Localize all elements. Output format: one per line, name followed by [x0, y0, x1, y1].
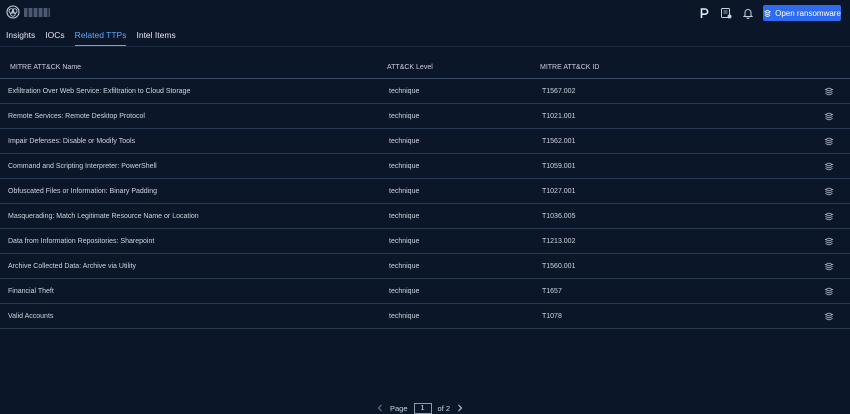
table-row[interactable]: Command and Scripting Interpreter: Power… — [0, 154, 850, 179]
column-header-id[interactable]: MITRE ATT&CK ID — [532, 64, 802, 71]
ttp-id-cell: T1562.001 — [542, 137, 576, 145]
top-bar: Open ransomware — [0, 0, 850, 26]
ttp-id-cell: T1036.005 — [542, 212, 576, 220]
ttp-name-cell: Financial Theft — [8, 287, 54, 295]
row-action — [802, 137, 850, 146]
ttp-id-cell: T1078 — [542, 312, 562, 320]
table-row[interactable]: Obfuscated Files or Information: Binary … — [0, 179, 850, 204]
ransomware-link-icon[interactable] — [824, 312, 834, 321]
row-action — [802, 162, 850, 171]
row-action — [802, 212, 850, 221]
obscured-org-name — [24, 8, 50, 17]
ttp-level-cell: technique — [389, 87, 420, 95]
ransomware-link-icon[interactable] — [824, 187, 834, 196]
column-header-level[interactable]: ATT&CK Level — [382, 64, 532, 71]
open-ransomware-button[interactable]: Open ransomware — [763, 5, 841, 21]
ttp-id-cell: T1560.001 — [542, 262, 576, 270]
row-action — [802, 262, 850, 271]
ttp-id-cell: T1059.001 — [542, 162, 576, 170]
ttp-level-cell: technique — [389, 287, 420, 295]
bell-icon[interactable] — [742, 7, 754, 19]
tab-intel-items[interactable]: Intel Items — [136, 28, 175, 46]
table-row[interactable]: Financial Theft technique T1657 — [0, 279, 850, 304]
table-row[interactable]: Exfiltration Over Web Service: Exfiltrat… — [0, 79, 850, 104]
table-row[interactable]: Impair Defenses: Disable or Modify Tools… — [0, 129, 850, 154]
ttp-name-cell: Obfuscated Files or Information: Binary … — [8, 187, 158, 195]
row-action — [802, 287, 850, 296]
tab-iocs[interactable]: IOCs — [45, 28, 64, 46]
page-total: of 2 — [437, 403, 451, 413]
ttp-name-cell: Masquerading: Match Legitimate Resource … — [8, 212, 199, 220]
tab-insights[interactable]: Insights — [6, 28, 35, 46]
ransomware-link-icon[interactable] — [824, 262, 834, 271]
ransomware-link-icon[interactable] — [824, 87, 834, 96]
chevron-left-icon[interactable] — [376, 404, 384, 412]
tab-related-ttps[interactable]: Related TTPs — [74, 28, 127, 46]
ttp-id-cell: T1567.002 — [542, 87, 576, 95]
ttp-table: MITRE ATT&CK Name ATT&CK Level MITRE ATT… — [0, 56, 850, 329]
ttp-name-cell: Exfiltration Over Web Service: Exfiltrat… — [8, 87, 191, 95]
table-body: Exfiltration Over Web Service: Exfiltrat… — [0, 79, 850, 329]
column-header-name[interactable]: MITRE ATT&CK Name — [0, 64, 382, 71]
tab-bar: Insights IOCs Related TTPs Intel Items — [0, 28, 180, 46]
tab-divider — [0, 46, 850, 47]
open-ransomware-label: Open ransomware — [775, 8, 841, 18]
ttp-name-cell: Impair Defenses: Disable or Modify Tools — [8, 137, 136, 145]
ttp-id-cell: T1021.001 — [542, 112, 576, 120]
ttp-name-cell: Data from Information Repositories: Shar… — [8, 237, 155, 245]
row-action — [802, 112, 850, 121]
report-icon[interactable] — [720, 7, 732, 19]
ttp-name-cell: Valid Accounts — [8, 312, 54, 320]
ttp-id-cell: T1027.001 — [542, 187, 576, 195]
table-row[interactable]: Remote Services: Remote Desktop Protocol… — [0, 104, 850, 129]
ttp-name-cell: Archive Collected Data: Archive via Util… — [8, 262, 136, 270]
pagination: Page of 2 — [376, 402, 464, 414]
ttp-id-cell: T1213.002 — [542, 237, 576, 245]
chevron-right-icon[interactable] — [456, 404, 464, 412]
ttp-level-cell: technique — [389, 237, 420, 245]
row-action — [802, 187, 850, 196]
table-header: MITRE ATT&CK Name ATT&CK Level MITRE ATT… — [0, 56, 850, 79]
ransomware-link-icon[interactable] — [824, 137, 834, 146]
row-action — [802, 87, 850, 96]
ransomware-link-icon[interactable] — [824, 212, 834, 221]
ttp-level-cell: technique — [389, 137, 420, 145]
ttp-level-cell: technique — [389, 312, 420, 320]
ttp-level-cell: technique — [389, 162, 420, 170]
ttp-id-cell: T1657 — [542, 287, 562, 295]
ttp-level-cell: technique — [389, 187, 420, 195]
table-row[interactable]: Valid Accounts technique T1078 — [0, 304, 850, 329]
ransomware-link-icon[interactable] — [824, 287, 834, 296]
ttp-name-cell: Command and Scripting Interpreter: Power… — [8, 162, 157, 170]
row-action — [802, 237, 850, 246]
table-row[interactable]: Archive Collected Data: Archive via Util… — [0, 254, 850, 279]
org-logo-icon[interactable] — [6, 5, 20, 19]
ransomware-link-icon[interactable] — [824, 112, 834, 121]
row-action — [802, 312, 850, 321]
ransomware-icon — [763, 9, 772, 17]
page-label: Page — [390, 403, 408, 413]
ttp-level-cell: technique — [389, 262, 420, 270]
table-row[interactable]: Masquerading: Match Legitimate Resource … — [0, 204, 850, 229]
ttp-name-cell: Remote Services: Remote Desktop Protocol — [8, 112, 145, 120]
page-number-input[interactable] — [413, 402, 432, 414]
ttp-level-cell: technique — [389, 112, 420, 120]
p-badge-icon[interactable] — [698, 7, 710, 19]
table-row[interactable]: Data from Information Repositories: Shar… — [0, 229, 850, 254]
ransomware-link-icon[interactable] — [824, 237, 834, 246]
ttp-level-cell: technique — [389, 212, 420, 220]
ransomware-link-icon[interactable] — [824, 162, 834, 171]
